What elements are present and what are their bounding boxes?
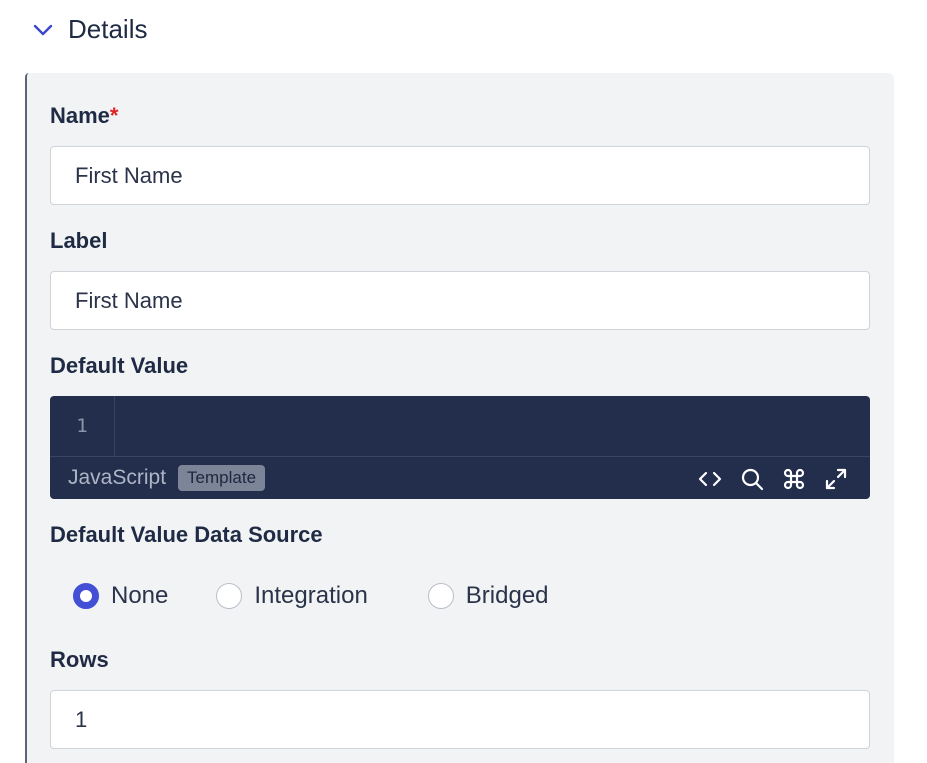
- name-label-text: Name: [50, 103, 110, 128]
- section-title: Details: [68, 14, 148, 44]
- code-input-area[interactable]: [116, 396, 870, 456]
- radio-label-integration: Integration: [254, 582, 368, 609]
- radio-option-bridged[interactable]: Bridged: [427, 582, 549, 610]
- editor-toolbar: [696, 465, 850, 493]
- required-mark: *: [109, 103, 119, 128]
- default-value-label: Default Value: [50, 353, 189, 378]
- code-brackets-icon[interactable]: [696, 465, 724, 493]
- chevron-down-icon: [30, 17, 56, 43]
- line-number: 1: [50, 396, 115, 456]
- name-input[interactable]: [50, 146, 870, 205]
- command-icon[interactable]: [780, 465, 808, 493]
- radio-label-none: None: [111, 582, 169, 609]
- rows-input[interactable]: [50, 690, 870, 749]
- details-section-toggle[interactable]: Details: [30, 14, 147, 45]
- default-value-code-editor: 1 JavaScript Template: [50, 396, 870, 499]
- radio-button-none[interactable]: [73, 583, 99, 609]
- label-field-label: Label: [50, 228, 108, 253]
- template-badge: Template: [178, 465, 266, 491]
- data-source-label: Default Value Data Source: [50, 522, 323, 547]
- radio-label-bridged: Bridged: [465, 582, 549, 609]
- expand-icon[interactable]: [822, 465, 850, 493]
- radio-option-integration[interactable]: Integration: [216, 582, 368, 610]
- data-source-radio-group: None Integration Bridged: [73, 579, 549, 613]
- language-label: JavaScript: [68, 466, 167, 489]
- radio-button-bridged[interactable]: [427, 583, 454, 609]
- search-icon[interactable]: [738, 465, 766, 493]
- radio-option-none[interactable]: None: [73, 582, 168, 610]
- rows-label: Rows: [50, 647, 109, 672]
- name-label: Name*: [50, 103, 118, 129]
- editor-footer: JavaScript Template: [50, 456, 870, 499]
- radio-button-integration[interactable]: [216, 583, 243, 609]
- label-input[interactable]: [50, 271, 870, 330]
